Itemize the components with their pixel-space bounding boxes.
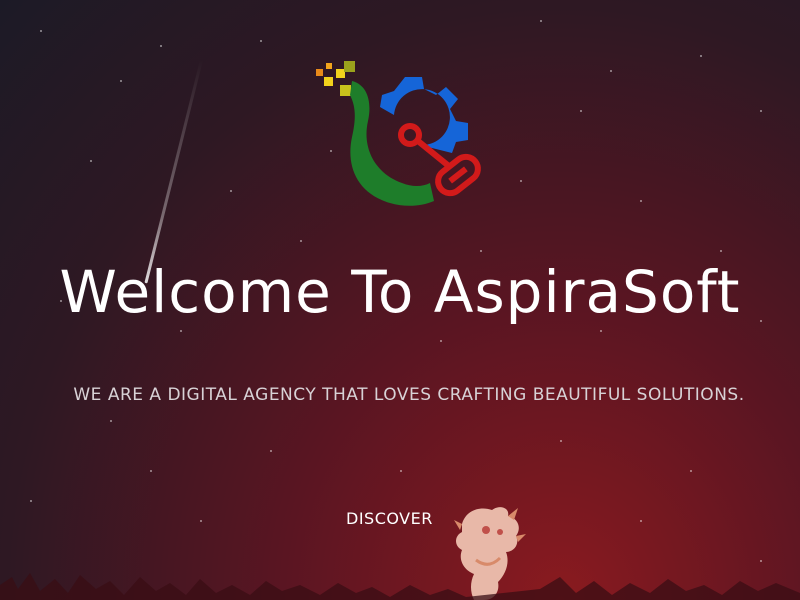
- discover-button[interactable]: DISCOVER: [346, 509, 433, 528]
- hero-tagline: WE ARE A DIGITAL AGENCY THAT LOVES CRAFT…: [73, 385, 745, 405]
- star-dot: [160, 45, 162, 47]
- star-dot: [720, 250, 722, 252]
- star-dot: [690, 470, 692, 472]
- star-dot: [90, 160, 92, 162]
- star-dot: [540, 20, 542, 22]
- star-dot: [480, 250, 482, 252]
- star-dot: [400, 470, 402, 472]
- star-dot: [200, 520, 202, 522]
- star-dot: [580, 110, 582, 112]
- star-dot: [260, 40, 262, 42]
- star-dot: [520, 180, 522, 182]
- star-dot: [150, 470, 152, 472]
- star-dot: [40, 30, 42, 32]
- star-dot: [110, 420, 112, 422]
- grass-silhouette: [0, 573, 800, 600]
- star-dot: [270, 450, 272, 452]
- star-dot: [640, 520, 642, 522]
- star-dot: [440, 340, 442, 342]
- star-dot: [600, 330, 602, 332]
- star-dot: [230, 190, 232, 192]
- hero-title: Welcome To AspiraSoft: [59, 258, 741, 326]
- star-dot: [300, 240, 302, 242]
- star-dot: [760, 110, 762, 112]
- star-dot: [640, 200, 642, 202]
- star-dot: [700, 55, 702, 57]
- aspirasoft-logo-icon: [316, 61, 481, 206]
- star-dot: [610, 70, 612, 72]
- star-dot: [560, 440, 562, 442]
- star-dot: [180, 330, 182, 332]
- star-dot: [120, 80, 122, 82]
- shooting-star: [144, 59, 203, 284]
- star-dot: [30, 500, 32, 502]
